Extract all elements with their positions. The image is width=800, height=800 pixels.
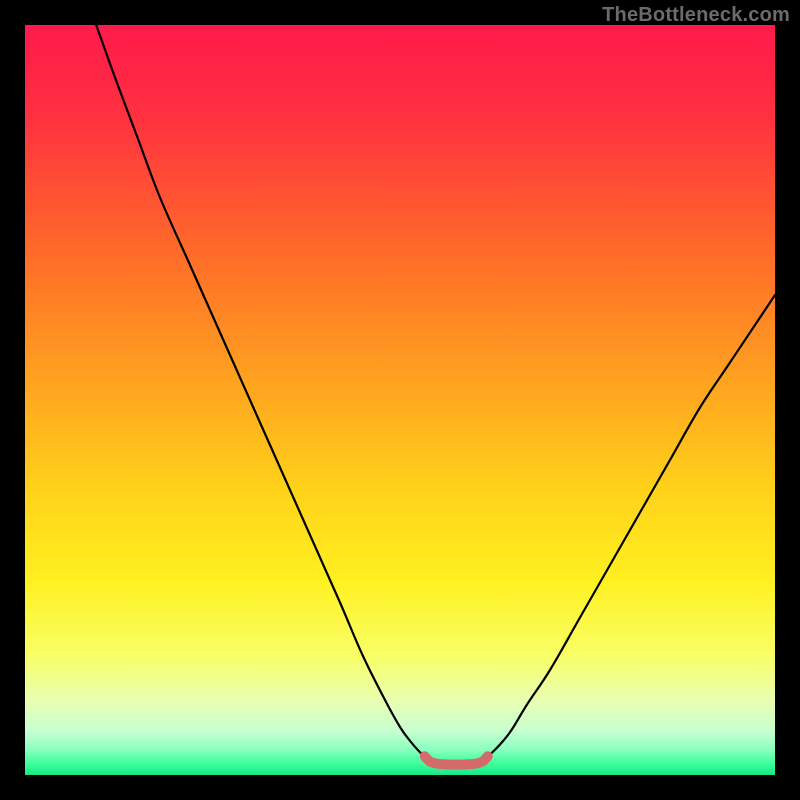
plot-area [25,25,775,775]
left-curve [96,25,425,756]
valley-floor [425,756,488,764]
curves-layer [25,25,775,775]
watermark-text: TheBottleneck.com [602,4,790,27]
chart-frame: TheBottleneck.com [0,0,800,800]
right-curve [488,295,775,756]
